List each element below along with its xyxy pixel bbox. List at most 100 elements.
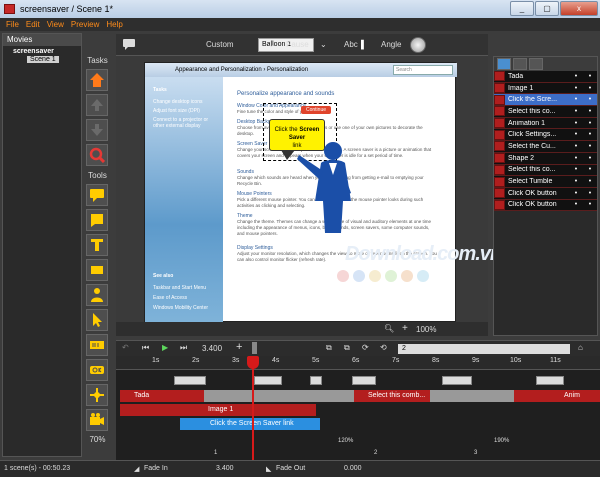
pause-marker[interactable] xyxy=(254,376,282,385)
lock-dot[interactable]: • xyxy=(583,190,597,197)
zoom-pct-marker[interactable]: 120% xyxy=(338,438,353,444)
scene-node[interactable]: Scene 1 xyxy=(27,56,59,63)
visibility-dot[interactable]: • xyxy=(569,96,583,103)
menu-file[interactable]: File xyxy=(6,18,19,31)
visibility-dot[interactable]: • xyxy=(569,131,583,138)
object-row[interactable]: Select this co... • • xyxy=(494,106,597,118)
home-button[interactable] xyxy=(86,69,108,91)
zoom-level[interactable]: 70% xyxy=(84,435,111,444)
stage-zoom[interactable]: 100% xyxy=(416,325,436,334)
timeline-bar-image[interactable]: Image 1 xyxy=(120,404,316,416)
font-label[interactable]: Abc xyxy=(344,40,358,49)
balloon-style-label[interactable]: Custom xyxy=(206,40,234,49)
visibility-dot[interactable]: • xyxy=(569,73,583,80)
lock-dot[interactable]: • xyxy=(583,178,597,185)
lock-dot[interactable]: • xyxy=(583,120,597,127)
maximize-button[interactable]: ▢ xyxy=(535,1,559,16)
search-tab-icon[interactable] xyxy=(529,58,543,70)
skip-forward-icon[interactable]: ⏭ xyxy=(180,343,187,353)
split-icon[interactable]: ⧉ xyxy=(344,343,350,353)
project-node[interactable]: screensaver xyxy=(7,48,77,55)
timeline-ruler[interactable]: 1s 2s 3s 4s 5s 6s 7s 8s 9s 10s 11s xyxy=(116,356,600,370)
move-up-button[interactable] xyxy=(86,94,108,116)
object-row[interactable]: Click the Scre... • • xyxy=(494,94,597,107)
rectangle-tool[interactable] xyxy=(86,259,108,281)
object-row[interactable]: Click OK button • • xyxy=(494,199,597,212)
filter-tab-icon[interactable] xyxy=(497,58,511,70)
timeline-bar-click[interactable]: Click the Screen Saver link xyxy=(180,418,320,430)
pin-icon[interactable]: ⌂ xyxy=(578,343,583,352)
visibility-dot[interactable]: • xyxy=(569,201,583,208)
balloon-type-icon[interactable] xyxy=(122,38,136,51)
move-down-button[interactable] xyxy=(86,119,108,141)
close-button[interactable]: x xyxy=(560,1,598,16)
camera-tool[interactable] xyxy=(86,409,108,431)
menu-preview[interactable]: Preview xyxy=(71,18,99,31)
lock-dot[interactable]: • xyxy=(583,108,597,115)
visibility-dot[interactable]: • xyxy=(569,178,583,185)
magnifier-icon[interactable]: 🔍︎ xyxy=(384,324,394,333)
crosshair-tool[interactable] xyxy=(86,384,108,406)
rotate-icon[interactable]: ⟲ xyxy=(380,343,387,352)
object-row[interactable]: Select Tumble • • xyxy=(494,176,597,188)
skip-back-icon[interactable]: ⏮ xyxy=(142,343,149,353)
lock-dot[interactable]: • xyxy=(583,73,597,80)
fade-out-icon[interactable]: ◣ xyxy=(266,465,271,473)
actor-tool[interactable] xyxy=(86,284,108,306)
object-row[interactable]: Image 1 • • xyxy=(494,82,597,95)
undo-icon[interactable]: ↶ xyxy=(122,343,129,352)
object-row[interactable]: Animation 1 • • xyxy=(494,117,597,130)
cursor-tool[interactable] xyxy=(86,309,108,331)
object-row[interactable]: Shape 2 • • xyxy=(494,152,597,165)
visibility-dot[interactable]: • xyxy=(569,120,583,127)
refresh-icon[interactable]: ⟳ xyxy=(362,343,369,352)
page-scroll[interactable]: 2 xyxy=(398,344,570,354)
visibility-dot[interactable]: • xyxy=(569,143,583,150)
lock-dot[interactable]: • xyxy=(583,166,597,173)
add-icon[interactable]: + xyxy=(236,341,242,353)
timeline-splitter[interactable] xyxy=(252,342,257,354)
lock-dot[interactable]: • xyxy=(583,143,597,150)
pause-marker[interactable] xyxy=(442,376,472,385)
menu-view[interactable]: View xyxy=(47,18,64,31)
visibility-dot[interactable]: • xyxy=(569,166,583,173)
timeline-bar-select[interactable]: Select this comb... xyxy=(354,390,430,402)
lock-dot[interactable]: • xyxy=(583,155,597,162)
continue-button[interactable]: Continue xyxy=(301,106,331,114)
playhead-handle[interactable] xyxy=(247,356,259,369)
pause-label[interactable]: Pause xyxy=(286,40,309,49)
playhead[interactable] xyxy=(252,356,254,460)
pause-marker[interactable] xyxy=(310,376,322,385)
captured-screenshot[interactable]: Appearance and Personalization › Persona… xyxy=(144,62,502,323)
zoom-pct-marker[interactable]: 190% xyxy=(494,438,509,444)
balloon-tool[interactable] xyxy=(86,184,108,206)
lock-dot[interactable]: • xyxy=(583,201,597,208)
zoom-tool-button[interactable] xyxy=(86,144,108,166)
fade-in-icon[interactable]: ◢ xyxy=(134,465,139,473)
play-icon[interactable]: ▶ xyxy=(162,343,168,352)
timeline-bar-tada[interactable]: Tada xyxy=(120,390,204,402)
pause-marker[interactable] xyxy=(536,376,564,385)
menu-help[interactable]: Help xyxy=(106,18,122,31)
chevron-down-icon[interactable]: ⌄ xyxy=(268,40,275,49)
lock-dot[interactable]: • xyxy=(583,96,597,103)
timeline-bar-anim[interactable]: Anim xyxy=(514,390,600,402)
object-row[interactable]: Select the Cu... • • xyxy=(494,141,597,153)
presenter-figure[interactable] xyxy=(295,141,365,233)
input-tool[interactable] xyxy=(86,334,108,356)
angle-knob[interactable] xyxy=(410,37,426,53)
object-row[interactable]: Select this co... • • xyxy=(494,164,597,177)
pause-marker[interactable] xyxy=(174,376,206,385)
visibility-dot[interactable]: • xyxy=(569,108,583,115)
font-size-icon[interactable]: ▌ xyxy=(361,40,367,49)
ok-button-tool[interactable] xyxy=(86,359,108,381)
lock-dot[interactable]: • xyxy=(583,85,597,92)
object-row[interactable]: Tada • • xyxy=(494,71,597,83)
text-tool[interactable] xyxy=(86,234,108,256)
visibility-dot[interactable]: • xyxy=(569,155,583,162)
zoom-in-icon[interactable]: + xyxy=(402,323,408,334)
sort-tab-icon[interactable] xyxy=(513,58,527,70)
object-row[interactable]: Click Settings... • • xyxy=(494,129,597,142)
chevron-down-icon[interactable]: ⌄ xyxy=(320,40,327,49)
pause-marker[interactable] xyxy=(352,376,376,385)
